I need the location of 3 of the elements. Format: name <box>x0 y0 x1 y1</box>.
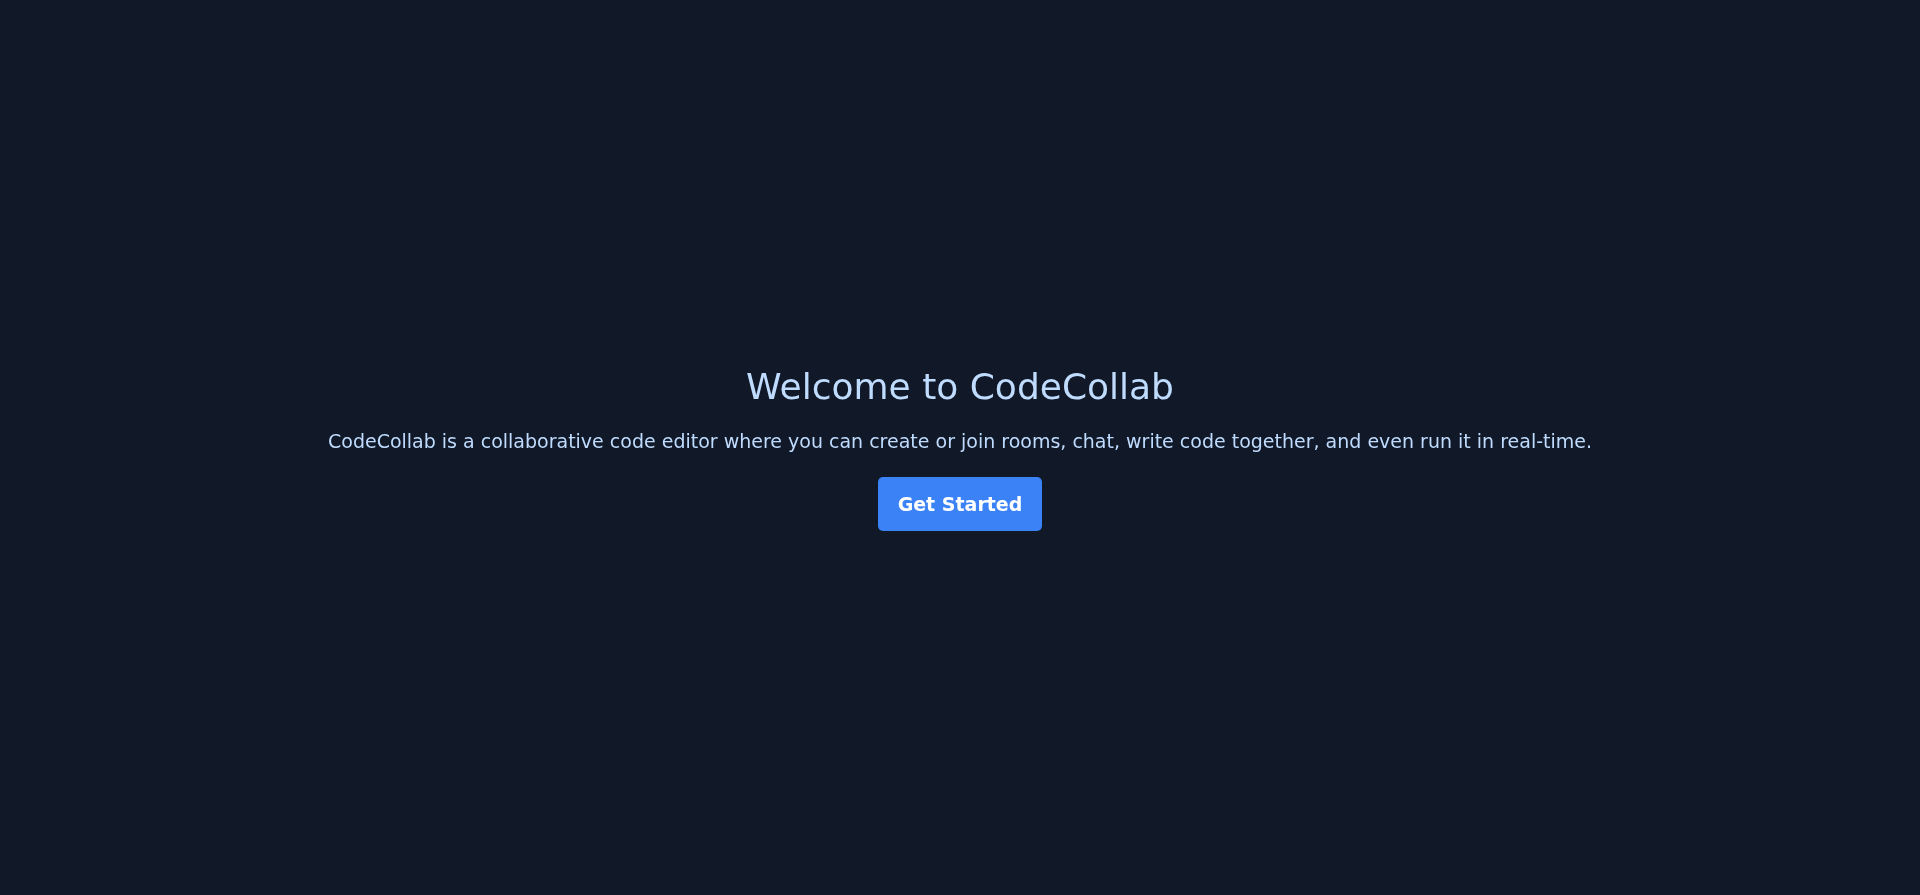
intro-paragraph: CodeCollab is a collaborative code editor where you can create or join rooms, chat, write code together, and even run it in real-time. <box>328 428 1592 454</box>
get-started-button[interactable]: Get Started <box>877 476 1043 531</box>
welcome-title: Welcome to CodeCollab <box>746 364 1174 409</box>
